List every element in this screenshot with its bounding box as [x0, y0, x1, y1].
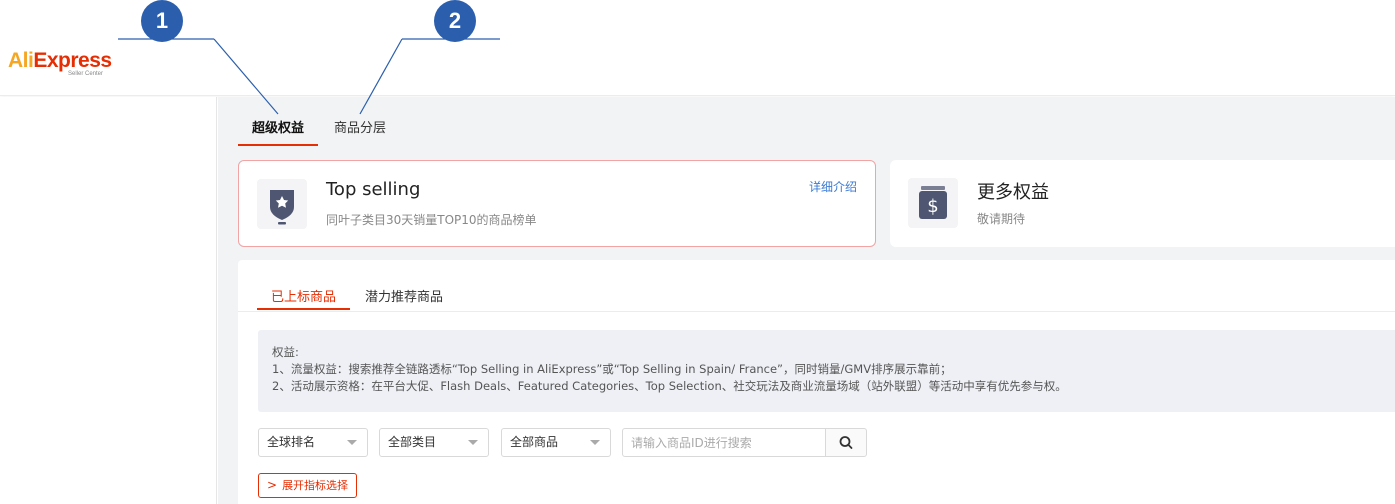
top-selling-subtitle: 同叶子类目30天销量TOP10的商品榜单 [326, 213, 537, 227]
sub-tabs: 已上标商品 潜力推荐商品 [238, 260, 1395, 312]
aliexpress-logo[interactable]: AliExpress Seller Center [8, 49, 112, 78]
notice-line-2: 2、活动展示资格：在平台大促、Flash Deals、Featured Cate… [272, 379, 1067, 393]
ranking-select-value: 全球排名 [267, 435, 316, 449]
category-select[interactable]: 全部类目 [379, 428, 489, 457]
dollar-box-icon: $ [908, 178, 958, 228]
main-content: 超级权益 商品分层 Top selling 同叶子类目30天销量TOP10的商品… [218, 97, 1395, 504]
top-selling-card[interactable]: Top selling 同叶子类目30天销量TOP10的商品榜单 详细介绍 [238, 160, 876, 247]
top-selling-title: Top selling [326, 179, 421, 200]
tab-product-tiers[interactable]: 商品分层 [334, 117, 386, 136]
chevron-down-icon [347, 440, 357, 445]
product-select-value: 全部商品 [510, 435, 559, 449]
product-panel: 已上标商品 潜力推荐商品 权益: 1、流量权益：搜索推荐全链路透标“Top Se… [238, 260, 1395, 504]
notice-heading: 权益: [272, 345, 299, 359]
logo-subtitle: Seller Center [68, 71, 104, 77]
logo-text-express: Express [33, 49, 112, 72]
shield-medal-icon [257, 179, 307, 229]
search-icon [839, 436, 853, 449]
tab-marked-products[interactable]: 已上标商品 [256, 286, 351, 310]
logo-text-ali: Ali [8, 49, 34, 72]
chevron-down-icon [590, 440, 600, 445]
notice-line-1: 1、流量权益：搜索推荐全链路透标“Top Selling in AliExpre… [272, 362, 952, 376]
category-select-value: 全部类目 [388, 435, 437, 449]
tab-super-benefits[interactable]: 超级权益 [237, 117, 319, 146]
benefits-notice: 权益: 1、流量权益：搜索推荐全链路透标“Top Selling in AliE… [258, 330, 1395, 412]
expand-metrics-label: 展开指标选择 [282, 479, 349, 492]
more-benefits-subtitle: 敬请期待 [977, 212, 1026, 226]
svg-text:$: $ [927, 196, 938, 217]
callout-badge-1: 1 [141, 0, 183, 42]
chevron-down-icon [468, 440, 478, 445]
details-link[interactable]: 详细介绍 [809, 178, 857, 195]
expand-metrics-button[interactable]: > 展开指标选择 [258, 473, 358, 498]
callout-badge-2: 2 [434, 0, 476, 42]
more-benefits-card: $ 更多权益 敬请期待 [890, 160, 1395, 247]
sidebar [0, 97, 217, 504]
product-select[interactable]: 全部商品 [501, 428, 611, 457]
header: AliExpress Seller Center [0, 0, 1395, 96]
tab-potential-products[interactable]: 潜力推荐商品 [365, 286, 443, 305]
search-button[interactable] [825, 428, 867, 457]
product-id-search-input[interactable] [622, 428, 826, 457]
chevron-right-icon: > [267, 478, 278, 492]
more-benefits-title: 更多权益 [977, 182, 1049, 203]
ranking-select[interactable]: 全球排名 [258, 428, 368, 457]
